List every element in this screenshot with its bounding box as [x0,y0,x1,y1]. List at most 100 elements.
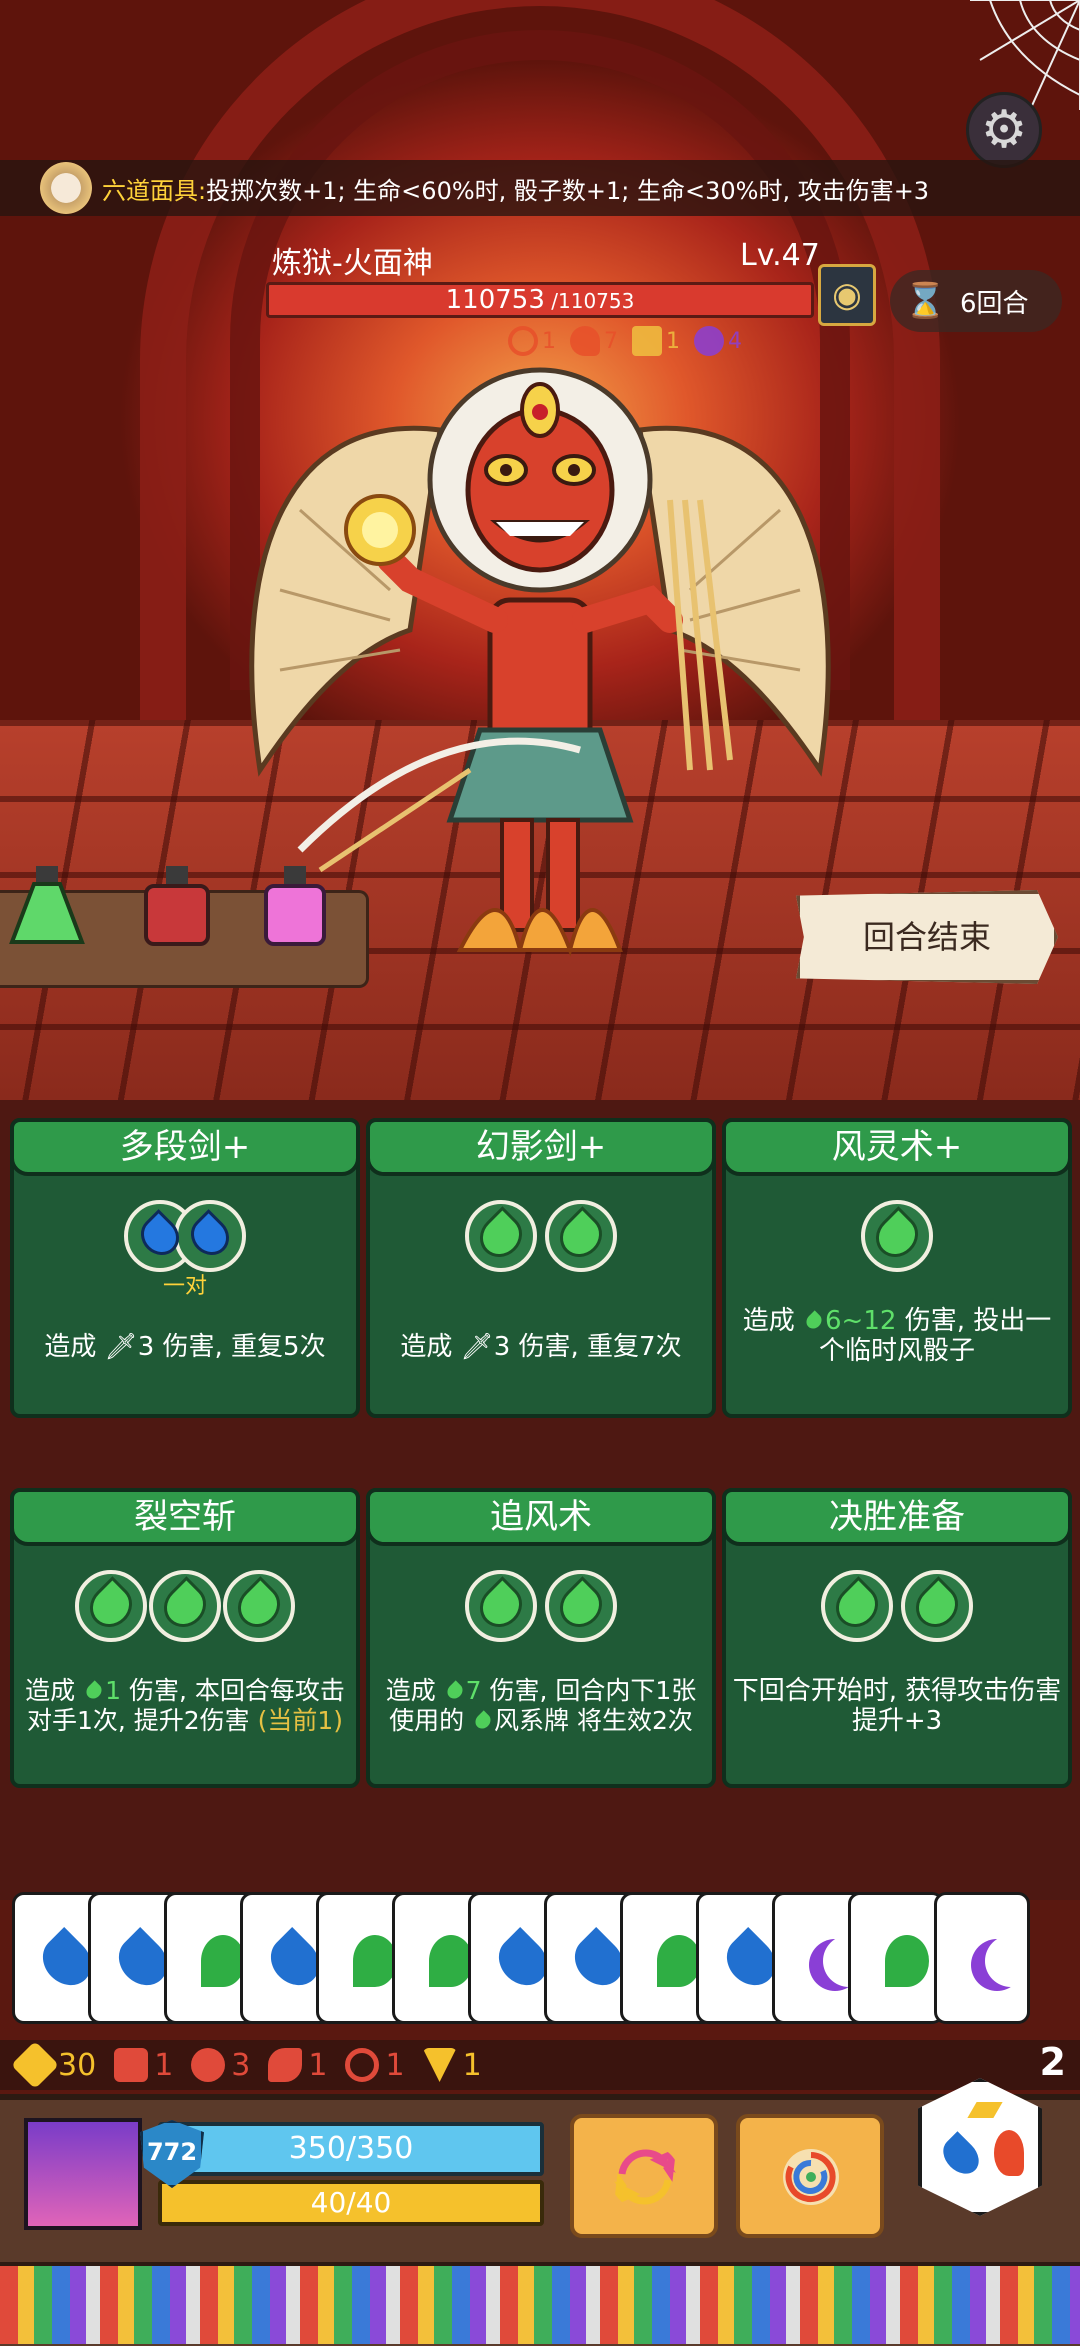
card-description: 造成 1 伤害, 本回合每攻击对手1次, 提升2伤害 (当前1) [20,1676,350,1736]
wind-leaf-icon [229,1576,289,1636]
card-title: 多段剑+ [10,1118,360,1176]
dice-slot[interactable] [545,1570,617,1642]
player-hp-bar: 350/350 [158,2122,544,2176]
pink-potion-icon[interactable] [256,862,334,950]
status-value: 1 [308,2047,328,2083]
desc-text: 造成 [742,1306,804,1336]
wind-leaf-icon [155,1576,215,1636]
settings-gear-icon[interactable]: ⚙ [966,92,1042,168]
heart-shield-icon [114,2048,149,2082]
dice-slot[interactable] [821,1570,893,1642]
wind-leaf-icon [81,1576,141,1636]
relic-name: 六道面具: [102,176,207,205]
relic-collection-strip[interactable] [0,2262,1080,2344]
dice-slot[interactable] [174,1200,246,1272]
reroll-button[interactable] [570,2114,718,2238]
six-path-mask-icon [40,162,92,214]
desc-text: 造成 [385,1676,444,1705]
skill-card[interactable]: 幻影剑+ 造成 🗡3 伤害, 重复7次 [366,1118,716,1418]
wind-leaf-icon [83,1680,105,1702]
dice-slots [14,1570,356,1642]
wind-leaf-icon [353,1935,397,1987]
boss-info-book-icon[interactable]: ◉ [818,264,876,326]
wind-leaf-icon [471,1206,531,1266]
wind-leaf-icon [907,1576,967,1636]
dice-slot[interactable] [545,1200,617,1272]
status-effects-row: 30 1 3 1 1 1 [0,2040,1080,2090]
status-value: 3 [231,2047,251,2083]
wind-leaf-icon [867,1206,927,1266]
dice-slot[interactable] [149,1570,221,1642]
status-heart-shield[interactable]: 1 [114,2048,173,2083]
wind-leaf-icon [551,1206,611,1266]
dice-slots [14,1200,356,1272]
player-shield-badge: 772 [140,2120,204,2188]
red-potion-icon[interactable] [138,862,216,950]
skill-card[interactable]: 多段剑+ 一对 造成 🗡3 伤害, 重复5次 [10,1118,360,1418]
wind-leaf-icon [885,1935,929,1987]
current-bonus: (当前1) [257,1706,344,1735]
round-label: 6回合 [960,288,1029,319]
card-area: 多段剑+ 一对 造成 🗡3 伤害, 重复5次 幻影剑+ 造成 🗡3 伤害, 重复… [0,1100,1080,1900]
wind-leaf-icon [201,1935,245,1987]
green-potion-icon[interactable] [8,862,86,950]
damage-value: 7 [465,1676,482,1705]
wind-leaf-icon [827,1576,887,1636]
status-value: 1 [462,2047,482,2083]
swirl-icon [783,2149,839,2205]
desc-text: 造成 [25,1676,84,1705]
status-value: 1 [385,2047,405,2083]
dice-slot[interactable] [465,1200,537,1272]
card-description: 造成 🗡3 伤害, 重复5次 [44,1332,326,1362]
water-drop-icon [183,1209,237,1263]
dice-slots [726,1570,1068,1642]
end-turn-button[interactable]: 回合结束 [796,890,1058,984]
skill-card[interactable]: 决胜准备 下回合开始时, 获得攻击伤害提升+3 [722,1488,1072,1788]
horn-icon [268,2048,303,2082]
boss-name: 炼狱-火面神 [272,246,433,281]
wind-leaf-icon [551,1576,611,1636]
player-energy-bar: 40/40 [158,2180,544,2226]
flame-icon [994,2130,1024,2176]
wind-leaf-icon [472,1710,494,1732]
status-gold[interactable]: 30 [10,2040,96,2090]
dice-slot[interactable] [861,1200,933,1272]
status-horn[interactable]: 1 [268,2048,327,2083]
swirl-skill-button[interactable] [736,2114,884,2238]
deck-count[interactable]: 2 [1040,2040,1066,2084]
claw-icon [191,2048,226,2082]
wind-leaf-icon [429,1935,473,1987]
card-description: 下回合开始时, 获得攻击伤害提升+3 [732,1676,1062,1736]
boss-hp-bar: 110753 /110753 [266,282,814,318]
card-title: 裂空斩 [10,1488,360,1546]
relic-banner: 六道面具: 投掷次数+1; 生命<60%时, 骰子数+1; 生命<30%时, 攻… [0,160,1080,216]
target-icon [345,2048,380,2082]
card-description: 造成 6~12 伤害, 投出一个临时风骰子 [732,1306,1062,1366]
dice-slot[interactable] [75,1570,147,1642]
dice-slots [370,1200,712,1272]
status-triangle[interactable]: 1 [422,2047,482,2083]
dice-slot[interactable] [465,1570,537,1642]
relic-description: 投掷次数+1; 生命<60%时, 骰子数+1; 生命<30%时, 攻击伤害+3 [206,176,930,205]
swap-arrows-icon [613,2148,677,2206]
card-title: 幻影剑+ [366,1118,716,1176]
status-claw[interactable]: 3 [191,2048,250,2083]
die[interactable] [848,1892,944,2024]
skill-card[interactable]: 风灵术+ 造成 6~12 伤害, 投出一个临时风骰子 [722,1118,1072,1418]
status-value: 1 [154,2047,174,2083]
card-title: 决胜准备 [722,1488,1072,1546]
skill-card[interactable]: 追风术 造成 7 伤害, 回合内下1张使用的 风系牌 将生效2次 [366,1488,716,1788]
gold-icon [10,2040,60,2090]
dice-slot[interactable] [223,1570,295,1642]
card-description: 造成 🗡3 伤害, 重复7次 [400,1332,682,1362]
dice-slots [726,1200,1068,1272]
skill-card[interactable]: 裂空斩 造成 1 伤害, 本回合每攻击对手1次, 提升2伤害 (当前1) [10,1488,360,1788]
player-avatar[interactable] [24,2118,142,2230]
boss-hp-current: 110753 [445,285,545,315]
dice-slot[interactable] [901,1570,973,1642]
die[interactable] [934,1892,1030,2024]
dice-slots [370,1570,712,1642]
wind-leaf-icon [803,1310,825,1332]
status-target[interactable]: 1 [345,2047,405,2083]
card-title: 风灵术+ [722,1118,1072,1176]
